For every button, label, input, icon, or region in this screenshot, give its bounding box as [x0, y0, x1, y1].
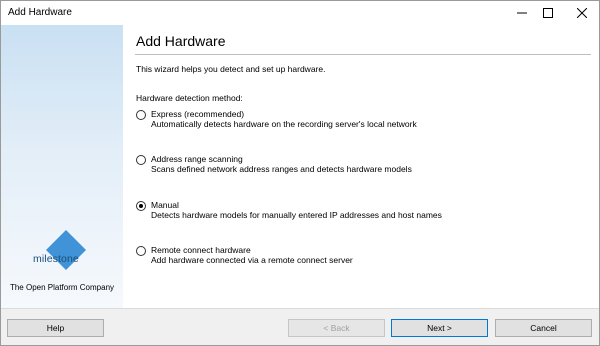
option-title: Manual: [151, 200, 179, 210]
detection-method-label: Hardware detection method:: [136, 93, 243, 103]
heading-divider: [135, 54, 591, 55]
close-icon: [577, 8, 587, 18]
wizard-content: Add Hardware This wizard helps you detec…: [123, 25, 599, 308]
maximize-icon: [543, 8, 553, 18]
intro-text: This wizard helps you detect and set up …: [136, 64, 326, 74]
wizard-sidebar: milestone The Open Platform Company: [1, 25, 123, 308]
window-title: Add Hardware: [8, 7, 72, 18]
option-description: Detects hardware models for manually ent…: [151, 210, 442, 220]
back-button[interactable]: < Back: [288, 319, 385, 337]
add-hardware-window: Add Hardware milestone The Open Platform…: [0, 0, 600, 346]
option-title: Express (recommended): [151, 109, 245, 119]
minimize-icon: [517, 12, 527, 14]
next-button[interactable]: Next >: [391, 319, 488, 337]
maximize-button[interactable]: [533, 1, 563, 25]
page-title: Add Hardware: [136, 33, 226, 49]
help-button[interactable]: Help: [7, 319, 104, 337]
radio-manual[interactable]: [136, 201, 146, 211]
close-button[interactable]: [567, 1, 597, 25]
option-title: Remote connect hardware: [151, 245, 251, 255]
option-title: Address range scanning: [151, 154, 243, 164]
option-description: Add hardware connected via a remote conn…: [151, 255, 353, 265]
cancel-button[interactable]: Cancel: [495, 319, 592, 337]
option-description: Scans defined network address ranges and…: [151, 164, 412, 174]
title-bar: Add Hardware: [1, 1, 599, 25]
logo-text: milestone: [33, 253, 79, 265]
milestone-logo: milestone: [21, 230, 111, 290]
tagline: The Open Platform Company: [9, 283, 115, 292]
option-description: Automatically detects hardware on the re…: [151, 119, 417, 129]
radio-address-range[interactable]: [136, 155, 146, 165]
radio-express[interactable]: [136, 110, 146, 120]
button-bar: Help < Back Next > Cancel: [1, 308, 599, 345]
radio-remote-connect[interactable]: [136, 246, 146, 256]
